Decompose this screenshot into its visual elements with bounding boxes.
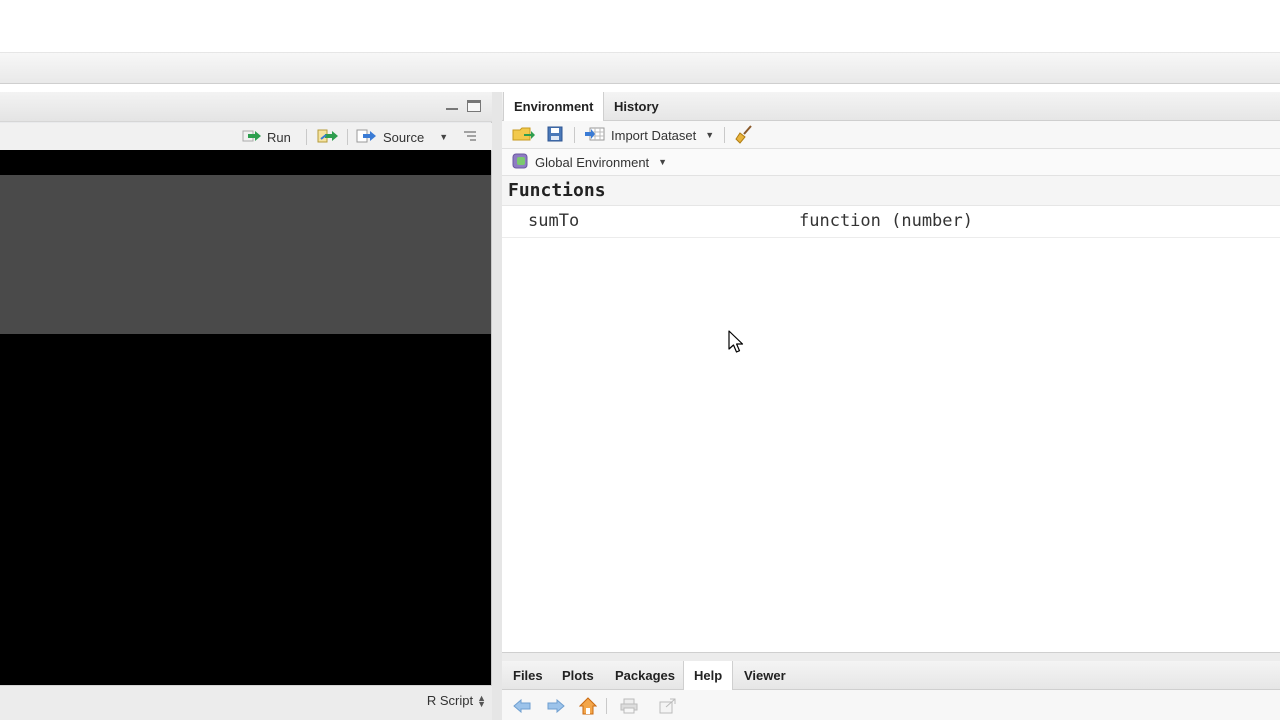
files-tabbar: Files Plots Packages Help Viewer: [502, 661, 1280, 691]
source-label: Source: [383, 129, 425, 145]
tab-viewer[interactable]: Viewer: [734, 661, 796, 690]
open-folder-icon: [512, 125, 536, 146]
toolbar-separator: [606, 698, 607, 714]
minimize-pane-button[interactable]: [445, 100, 459, 112]
mouse-cursor-icon: [728, 330, 746, 354]
environment-scope-bar: Global Environment ▼: [502, 149, 1280, 176]
chevron-down-icon[interactable]: ▼: [705, 130, 714, 140]
toolbar-separator: [306, 129, 307, 145]
outline-button[interactable]: [463, 126, 477, 148]
environment-toolbar: Import Dataset ▼: [502, 121, 1280, 149]
global-environment-dropdown[interactable]: Global Environment ▼: [512, 151, 667, 173]
source-toolbar: Run Source ▼: [0, 123, 492, 151]
pane-splitter[interactable]: [492, 92, 502, 720]
editor-selection-highlight: [0, 175, 491, 334]
popout-icon[interactable]: [658, 696, 678, 716]
files-pane: Files Plots Packages Help Viewer: [502, 652, 1280, 720]
table-row[interactable]: sumTo function (number): [502, 206, 1280, 238]
tab-environment[interactable]: Environment: [503, 92, 605, 122]
code-editor[interactable]: [0, 150, 491, 685]
rerun-button[interactable]: [317, 126, 341, 148]
broom-icon: [734, 124, 754, 147]
tab-files[interactable]: Files: [503, 661, 553, 690]
print-icon[interactable]: [619, 696, 639, 716]
environment-pane: Environment History Import Dataset ▼ Glo…: [502, 92, 1280, 652]
forward-arrow-icon[interactable]: [546, 696, 566, 716]
tab-history[interactable]: History: [604, 92, 669, 121]
file-type-label: R Script: [426, 693, 474, 708]
rerun-icon: [317, 128, 341, 147]
save-workspace-button[interactable]: [546, 124, 564, 146]
open-workspace-button[interactable]: [512, 124, 536, 146]
top-blank-area: [0, 0, 1280, 52]
tab-help[interactable]: Help: [683, 661, 734, 691]
back-arrow-icon[interactable]: [512, 696, 532, 716]
updown-icon: ▲ ▼: [477, 692, 486, 709]
chevron-down-icon: ▼: [658, 157, 668, 167]
help-toolbar: [502, 690, 1280, 720]
source-button[interactable]: Source ▼: [356, 126, 448, 148]
tab-packages[interactable]: Packages: [605, 661, 685, 690]
app-toolbar: [0, 52, 1280, 84]
save-disk-icon: [546, 125, 564, 146]
variable-name: sumTo: [528, 211, 580, 231]
section-header-functions: Functions: [502, 176, 1280, 206]
source-statusbar: R Script ▲ ▼: [0, 685, 492, 720]
import-dataset-button[interactable]: Import Dataset ▼: [584, 124, 714, 146]
run-label: Run: [267, 129, 291, 145]
toolbar-separator: [724, 127, 725, 143]
toolbar-separator: [347, 129, 348, 145]
clear-workspace-button[interactable]: [734, 124, 754, 146]
global-environment-label: Global Environment: [535, 154, 650, 170]
tab-plots[interactable]: Plots: [552, 661, 604, 690]
r-env-icon: [512, 153, 530, 172]
chevron-down-icon[interactable]: ▼: [439, 132, 448, 142]
variable-value: function (number): [799, 211, 973, 231]
import-table-icon: [584, 126, 606, 145]
environment-tabbar: Environment History: [502, 92, 1280, 122]
source-pane-titlebar: [0, 92, 492, 122]
section-title: Functions: [508, 180, 606, 201]
source-arrow-icon: [356, 128, 378, 147]
home-icon[interactable]: [578, 696, 598, 716]
run-button[interactable]: Run: [242, 126, 291, 148]
toolbar-separator: [574, 127, 575, 143]
maximize-pane-button[interactable]: [467, 100, 481, 112]
environment-table: Functions sumTo function (number): [502, 176, 1280, 652]
import-dataset-label: Import Dataset: [611, 127, 697, 143]
source-pane: Run Source ▼ R Script ▲ ▼: [0, 92, 492, 720]
outline-icon: [463, 130, 477, 145]
run-arrow-icon: [242, 128, 262, 147]
file-type-select[interactable]: R Script ▲ ▼: [427, 693, 486, 708]
